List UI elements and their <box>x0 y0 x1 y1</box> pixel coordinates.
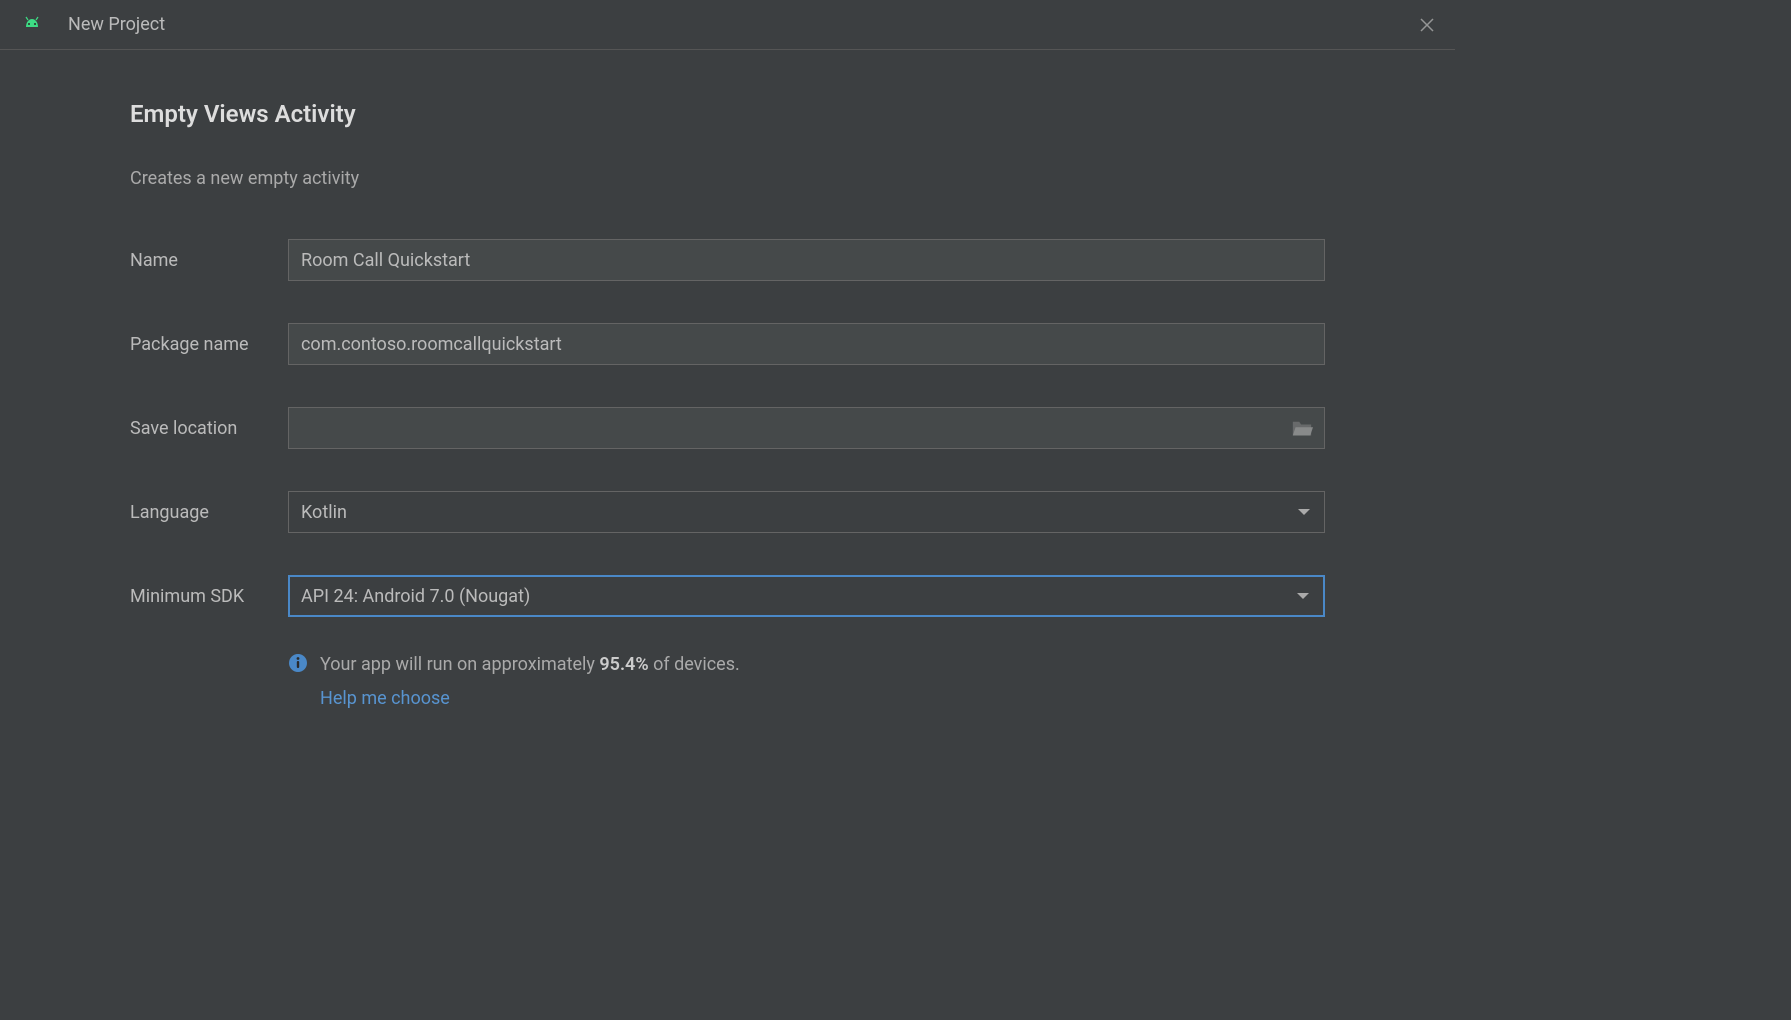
page-title: Empty Views Activity <box>130 100 1325 128</box>
chevron-down-icon <box>1297 593 1309 599</box>
language-select-value: Kotlin <box>301 502 347 523</box>
language-label: Language <box>130 502 288 523</box>
android-icon <box>20 13 44 37</box>
form-row-name: Name <box>130 239 1325 281</box>
package-name-label: Package name <box>130 334 288 355</box>
folder-browse-icon[interactable] <box>1291 419 1313 437</box>
language-select[interactable]: Kotlin <box>288 491 1325 533</box>
minimum-sdk-select-value: API 24: Android 7.0 (Nougat) <box>301 586 530 607</box>
page-subtitle: Creates a new empty activity <box>130 168 1325 189</box>
sdk-info-row: Your app will run on approximately 95.4%… <box>288 651 1325 709</box>
minimum-sdk-label: Minimum SDK <box>130 586 288 607</box>
form-row-save-location: Save location <box>130 407 1325 449</box>
save-location-label: Save location <box>130 418 288 439</box>
close-icon[interactable] <box>1419 17 1435 33</box>
form-row-package: Package name <box>130 323 1325 365</box>
minimum-sdk-select[interactable]: API 24: Android 7.0 (Nougat) <box>288 575 1325 617</box>
chevron-down-icon <box>1298 509 1310 515</box>
save-location-input[interactable] <box>288 407 1325 449</box>
content-area: Empty Views Activity Creates a new empty… <box>0 50 1455 749</box>
info-icon <box>288 653 308 673</box>
titlebar: New Project <box>0 0 1455 50</box>
name-label: Name <box>130 250 288 271</box>
name-input[interactable] <box>288 239 1325 281</box>
form-row-language: Language Kotlin <box>130 491 1325 533</box>
window-title: New Project <box>68 14 165 35</box>
form-row-minimum-sdk: Minimum SDK API 24: Android 7.0 (Nougat) <box>130 575 1325 617</box>
help-me-choose-link[interactable]: Help me choose <box>320 688 740 709</box>
sdk-coverage-text: Your app will run on approximately 95.4%… <box>320 651 740 678</box>
package-name-input[interactable] <box>288 323 1325 365</box>
